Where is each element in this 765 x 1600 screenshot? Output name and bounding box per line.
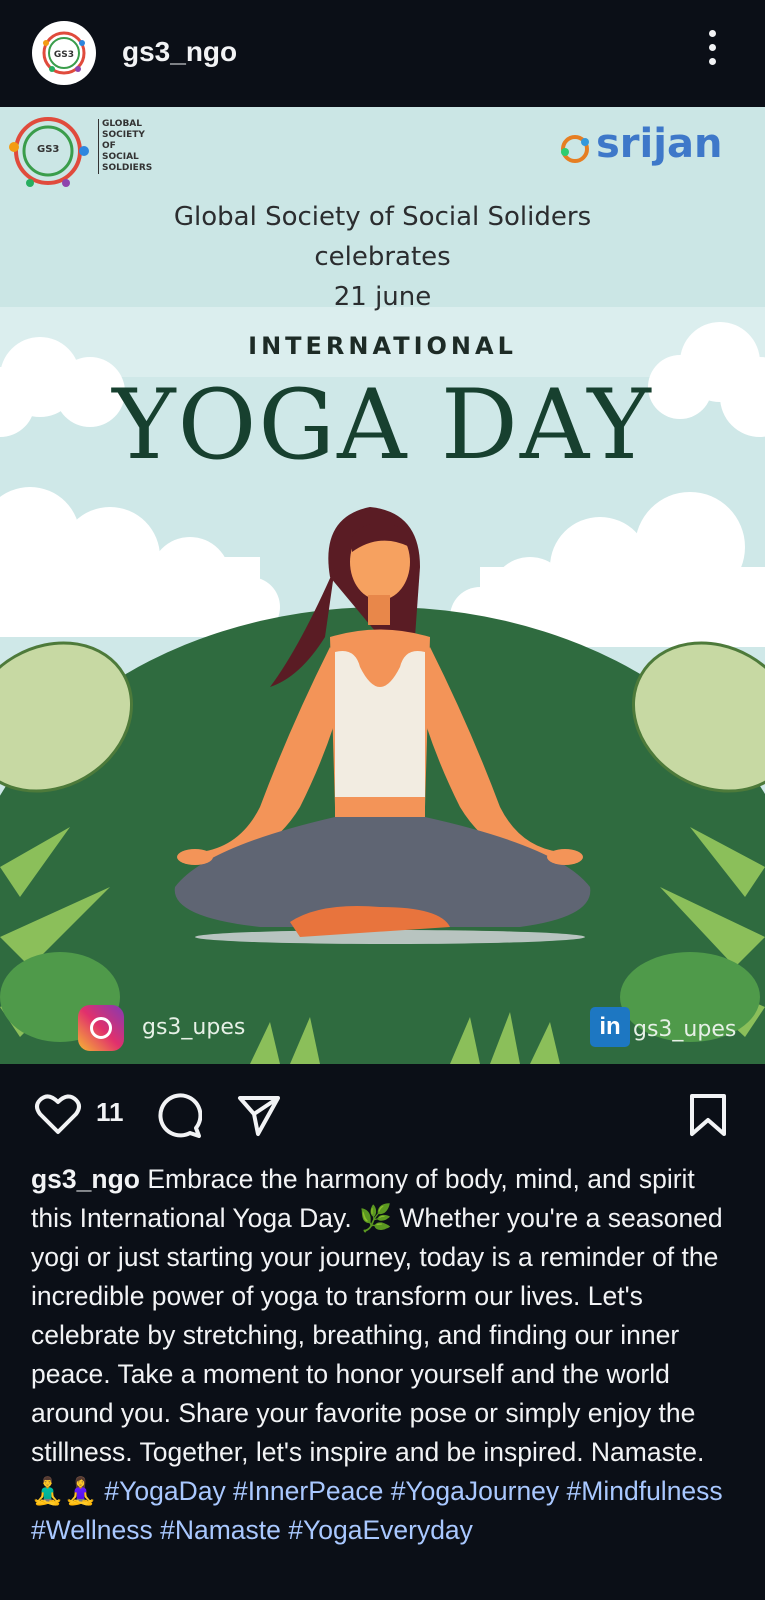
post-caption: gs3_ngo Embrace the harmony of body, min… [31, 1160, 741, 1550]
profile-avatar[interactable]: GS3 [32, 21, 96, 85]
poster-subtitle: INTERNATIONAL [248, 332, 517, 360]
caption-username[interactable]: gs3_ngo [31, 1164, 140, 1194]
poster-org-line: Global Society of Social Soliders [173, 202, 592, 232]
poster-celebrates-line: celebrates [314, 242, 451, 272]
more-options-icon[interactable] [700, 30, 724, 74]
instagram-icon [78, 1005, 124, 1051]
gs3-org-name: GLOBAL SOCIETY OF SOCIAL SOLDIERS [98, 119, 152, 174]
share-icon[interactable] [236, 1092, 282, 1138]
poster-date-line: 21 june [333, 282, 432, 312]
bookmark-icon[interactable] [688, 1092, 728, 1138]
svg-text:GS3: GS3 [54, 50, 74, 60]
linkedin-icon: in [590, 1007, 630, 1047]
linkedin-handle: gs3_upes [633, 1017, 737, 1042]
post-username[interactable]: gs3_ngo [122, 36, 237, 68]
gs3-logo-label: GS3 [37, 144, 60, 155]
caption-hashtags[interactable]: #YogaDay #InnerPeace #YogaJourney #Mindf… [31, 1476, 723, 1545]
comment-icon[interactable] [154, 1092, 202, 1138]
poster-title: YOGA DAY [112, 369, 653, 481]
heart-icon[interactable] [34, 1092, 82, 1136]
post-header: GS3 gs3_ngo [0, 0, 765, 107]
like-count[interactable]: 11 [96, 1097, 124, 1128]
instagram-handle: gs3_upes [142, 1015, 246, 1040]
srijan-logo: srijan [596, 121, 723, 167]
gs3-logo-icon: GS3 [42, 31, 86, 75]
post-image[interactable]: GLOBAL SOCIETY OF SOCIAL SOLDIERS GS3 sr… [0, 107, 765, 1064]
caption-text: Embrace the harmony of body, mind, and s… [31, 1164, 723, 1506]
